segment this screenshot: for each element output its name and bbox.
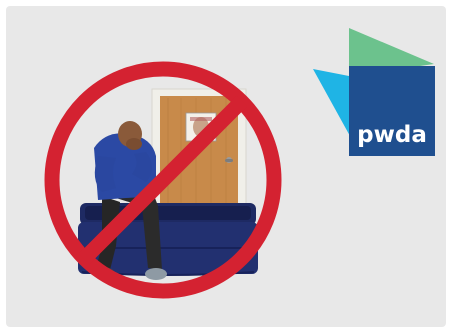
scene-illustration <box>6 6 446 327</box>
image-frame: pwda <box>6 6 446 327</box>
